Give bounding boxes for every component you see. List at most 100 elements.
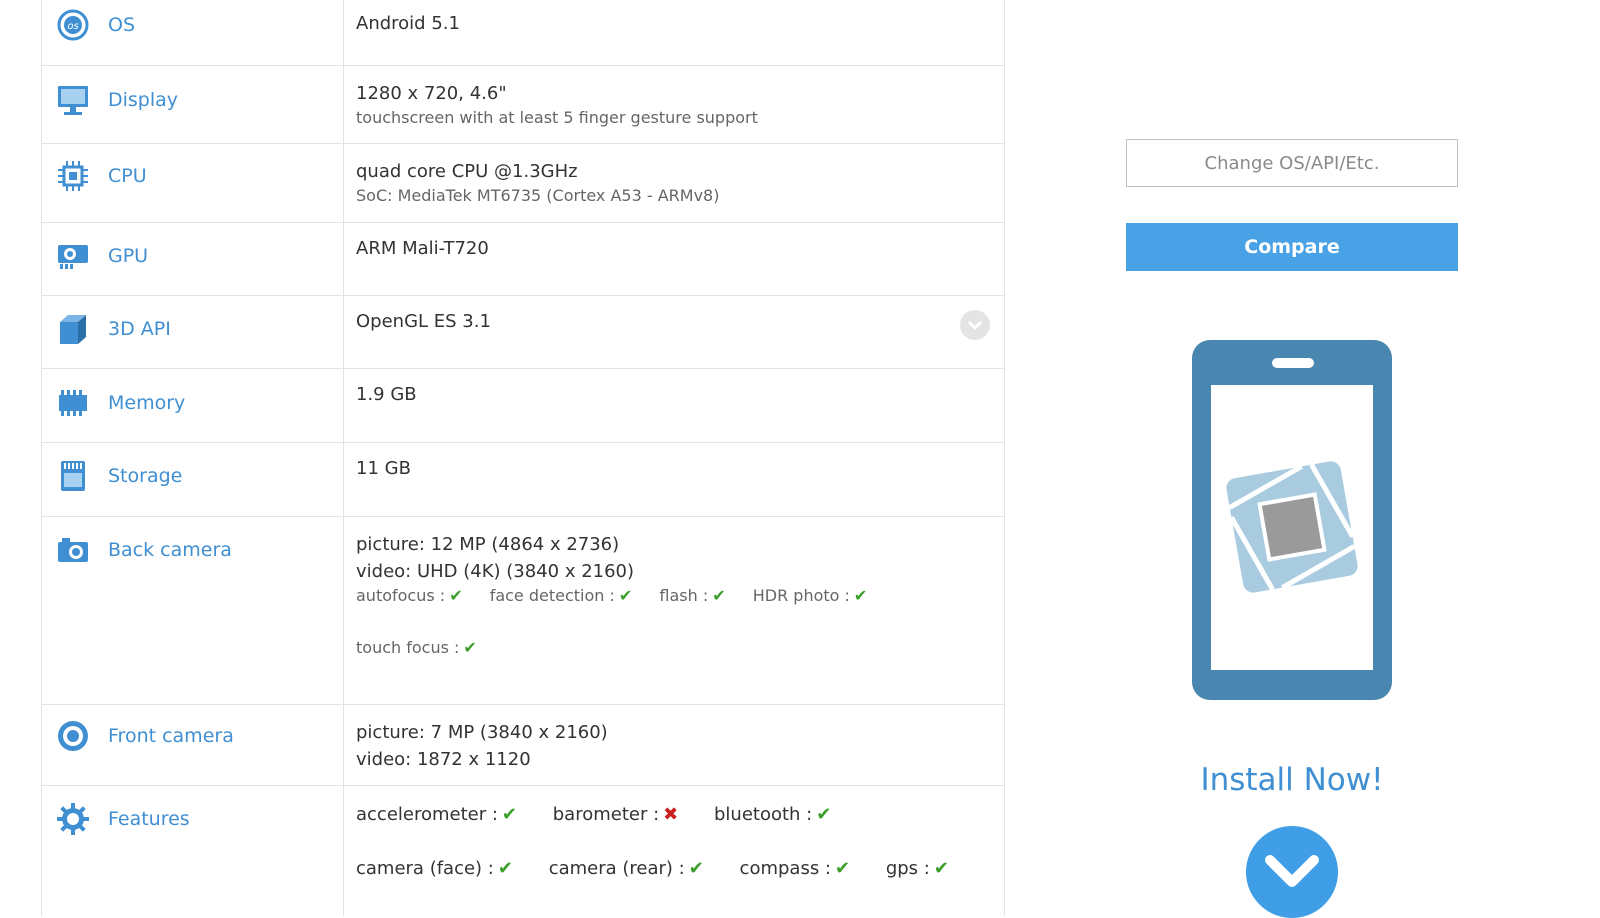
check-icon: ✔ [688, 858, 704, 879]
spec-label-display: Display [108, 89, 179, 111]
spec-value-cpu: quad core CPU @1.3GHz SoC: MediaTek MT67… [344, 144, 1004, 222]
back-camera-flags: autofocus : ✔ face detection : ✔ flash : ✔ … [356, 585, 992, 659]
spec-label-cell: Features [42, 786, 344, 916]
flag-autofocus: autofocus : ✔ [356, 586, 463, 605]
install-now-title: Install Now! [1200, 762, 1384, 798]
check-icon: ✔ [618, 586, 633, 605]
gear-icon [57, 803, 89, 835]
features-line-1: accelerometer : ✔ barometer : ✖ bluetooth … [356, 800, 992, 830]
spec-label-cell: Storage [42, 443, 344, 516]
check-icon: ✔ [497, 858, 513, 879]
spec-row-3d-api: 3D API OpenGL ES 3.1 [42, 296, 1004, 369]
spec-label-cell: os OS [42, 0, 344, 65]
spec-row-cpu: CPU quad core CPU @1.3GHz SoC: MediaTek … [42, 144, 1004, 223]
spec-label-front-camera: Front camera [108, 725, 234, 747]
spec-value-storage: 11 GB [344, 443, 1004, 516]
spec-label-memory: Memory [108, 392, 186, 414]
check-icon: ✔ [501, 804, 518, 825]
check-icon: ✔ [816, 804, 832, 825]
sd-card-icon [61, 461, 85, 491]
feature-compass: compass : ✔ [739, 858, 851, 879]
spec-value-memory: 1.9 GB [344, 369, 1004, 442]
check-icon: ✔ [853, 586, 868, 605]
cube-icon [60, 315, 86, 344]
spec-label-storage: Storage [108, 465, 183, 487]
flag-hdr-photo: HDR photo : ✔ [752, 586, 868, 605]
spec-value-back-camera: picture: 12 MP (4864 x 2736) video: UHD … [344, 517, 1004, 704]
check-icon: ✔ [449, 586, 463, 605]
change-os-input[interactable] [1126, 139, 1458, 187]
gpu-icon [58, 245, 88, 269]
os-value: Android 5.1 [356, 13, 460, 34]
feature-camera-rear: camera (rear) : ✔ [548, 858, 704, 879]
spec-label-cpu: CPU [108, 165, 147, 187]
flag-face-detection: face detection : ✔ [489, 586, 633, 605]
spec-value-gpu: ARM Mali-T720 [344, 223, 1004, 295]
feature-camera-face: camera (face) : ✔ [356, 858, 513, 879]
spec-value-display: 1280 x 720, 4.6" touchscreen with at lea… [344, 66, 1004, 143]
spec-label-cell: Back camera [42, 517, 344, 704]
spec-value-front-camera: picture: 7 MP (3840 x 2160) video: 1872 … [344, 705, 1004, 785]
check-icon: ✔ [712, 586, 726, 605]
spec-label-gpu: GPU [108, 245, 149, 267]
spec-label-cell: Display [42, 66, 344, 143]
spec-label-cell: GPU [42, 223, 344, 295]
feature-bluetooth: bluetooth : ✔ [713, 804, 832, 825]
features-line-2: camera (face) : ✔ camera (rear) : ✔ compas… [356, 854, 992, 884]
chip-icon [58, 161, 88, 191]
spec-label-cell: Front camera [42, 705, 344, 785]
memory-icon [59, 390, 87, 416]
front-camera-video: video: 1872 x 1120 [356, 749, 531, 770]
display-touch-info: touchscreen with at least 5 finger gestu… [356, 108, 758, 127]
spec-row-memory: Memory 1.9 GB [42, 369, 1004, 443]
3d-api-value: OpenGL ES 3.1 [356, 311, 491, 332]
spec-row-features: Features accelerometer : ✔ barometer : ✖ b… [42, 786, 1004, 916]
storage-value: 11 GB [356, 458, 411, 479]
front-camera-icon [58, 721, 88, 751]
memory-value: 1.9 GB [356, 384, 417, 405]
svg-text:os: os [67, 21, 78, 32]
spec-label-3d-api: 3D API [108, 318, 171, 340]
expand-api-button[interactable] [960, 310, 990, 340]
feature-accelerometer: accelerometer : ✔ [356, 804, 518, 825]
cross-icon: ✖ [663, 804, 679, 825]
spec-row-storage: Storage 11 GB [42, 443, 1004, 517]
compare-button[interactable]: Compare [1126, 223, 1458, 271]
cpu-soc: SoC: MediaTek MT6735 (Cortex A53 - ARMv8… [356, 186, 720, 205]
gpu-value: ARM Mali-T720 [356, 238, 489, 259]
monitor-icon [58, 86, 88, 115]
spec-label-os: OS [108, 14, 136, 36]
spec-label-back-camera: Back camera [108, 539, 232, 561]
spec-value-3d-api: OpenGL ES 3.1 [344, 296, 1004, 368]
cpu-cores: quad core CPU @1.3GHz [356, 161, 578, 182]
camera-icon [58, 538, 88, 562]
feature-barometer: barometer : ✖ [552, 804, 679, 825]
install-now-button[interactable] [1246, 826, 1338, 918]
back-camera-video: video: UHD (4K) (3840 x 2160) [356, 561, 635, 582]
check-icon: ✔ [463, 638, 477, 657]
phone-illustration [1192, 340, 1392, 700]
spec-label-cell: CPU [42, 144, 344, 222]
check-icon: ✔ [933, 858, 949, 879]
front-camera-picture: picture: 7 MP (3840 x 2160) [356, 722, 608, 743]
os-icon: os [57, 9, 89, 41]
spec-row-back-camera: Back camera picture: 12 MP (4864 x 2736)… [42, 517, 1004, 705]
spec-row-front-camera: Front camera picture: 7 MP (3840 x 2160)… [42, 705, 1004, 786]
flag-touch-focus: touch focus : ✔ [356, 638, 477, 657]
spec-label-cell: 3D API [42, 296, 344, 368]
check-icon: ✔ [835, 858, 851, 879]
spec-table: os OS Android 5.1 Display 1280 x 720, 4.… [41, 0, 1005, 916]
feature-gps: gps : ✔ [885, 858, 949, 879]
flag-flash: flash : ✔ [659, 586, 726, 605]
spec-row-display: Display 1280 x 720, 4.6" touchscreen wit… [42, 66, 1004, 144]
spec-value-features: accelerometer : ✔ barometer : ✖ bluetooth … [344, 786, 1004, 916]
spec-label-features: Features [108, 808, 190, 830]
spec-label-cell: Memory [42, 369, 344, 442]
chevron-down-icon [1265, 855, 1319, 887]
spec-row-gpu: GPU ARM Mali-T720 [42, 223, 1004, 296]
spec-value-os: Android 5.1 [344, 0, 1004, 65]
spec-row-os: os OS Android 5.1 [42, 0, 1004, 66]
chevron-down-icon [967, 320, 983, 331]
back-camera-picture: picture: 12 MP (4864 x 2736) [356, 534, 620, 555]
display-resolution: 1280 x 720, 4.6" [356, 83, 507, 104]
